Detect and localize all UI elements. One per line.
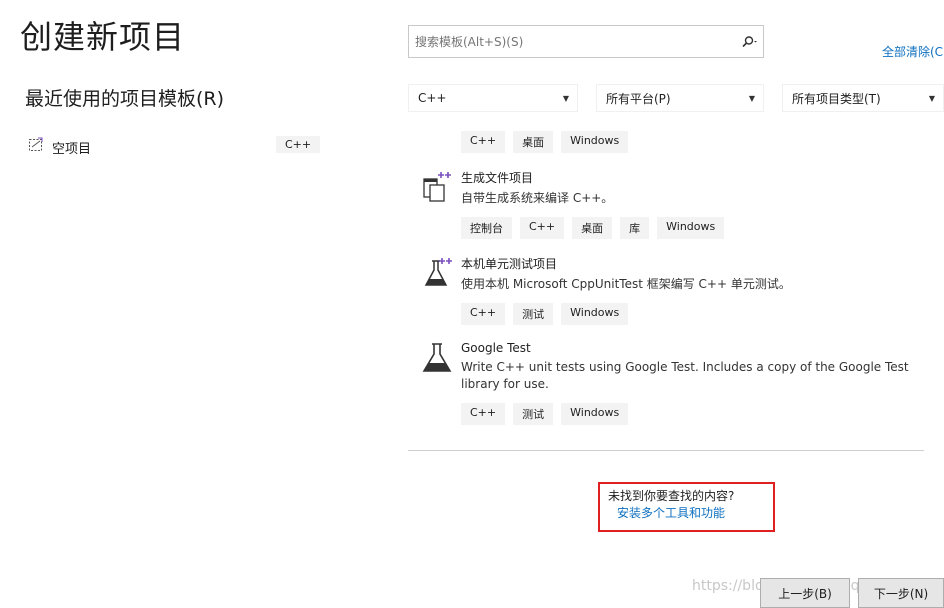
chevron-down-icon: ▼ <box>748 93 755 103</box>
page-title: 创建新项目 <box>20 18 186 56</box>
platform-filter-dropdown[interactable]: 所有平台(P) ▼ <box>596 84 764 112</box>
template-tag: 测试 <box>513 403 554 425</box>
makefile-project-icon <box>421 171 453 203</box>
clear-all-link[interactable]: 全部清除(C) <box>882 43 944 60</box>
template-tag: Windows <box>561 403 629 425</box>
template-tag: Windows <box>561 303 629 325</box>
template-tag: C++ <box>461 403 506 425</box>
project-type-filter-value: 所有项目类型(T) <box>792 91 881 106</box>
template-tag: 库 <box>620 217 650 239</box>
template-tag: 桌面 <box>572 217 613 239</box>
template-name: 生成文件项目 <box>461 171 534 185</box>
recent-item-tag: C++ <box>276 136 321 153</box>
template-tag: C++ <box>520 217 565 239</box>
flask-icon <box>421 343 453 375</box>
list-divider <box>408 450 924 451</box>
install-tools-link[interactable]: 安装多个工具和功能 <box>617 504 725 521</box>
template-tag: C++ <box>461 131 506 153</box>
recent-item-empty-project[interactable]: 空项目 C++ <box>28 136 321 158</box>
template-search[interactable] <box>408 25 764 58</box>
chevron-down-icon: ▼ <box>928 93 935 103</box>
template-item[interactable]: 生成文件项目 自带生成系统来编译 C++。 控制台 C++ 桌面 库 Windo… <box>421 171 921 239</box>
search-input[interactable] <box>409 26 737 57</box>
template-description: 自带生成系统来编译 C++。 <box>461 191 614 205</box>
template-item[interactable]: C++ 桌面 Windows <box>421 131 921 153</box>
template-item[interactable]: 本机单元测试项目 使用本机 Microsoft CppUnitTest 框架编写… <box>421 257 921 325</box>
template-item[interactable]: Google Test Write C++ unit tests using G… <box>421 341 921 425</box>
recent-templates-heading: 最近使用的项目模板(R) <box>25 88 225 110</box>
recent-item-label: 空项目 <box>52 141 92 157</box>
language-filter-value: C++ <box>418 91 447 105</box>
back-button[interactable]: 上一步(B) <box>760 578 850 608</box>
project-type-filter-dropdown[interactable]: 所有项目类型(T) ▼ <box>782 84 944 112</box>
next-button[interactable]: 下一步(N) <box>858 578 944 608</box>
template-tag: 控制台 <box>461 217 512 239</box>
template-description: Write C++ unit tests using Google Test. … <box>461 360 909 391</box>
template-tag: 测试 <box>513 303 554 325</box>
language-filter-dropdown[interactable]: C++ ▼ <box>408 84 578 112</box>
chevron-down-icon: ▼ <box>562 93 569 103</box>
template-tag: C++ <box>461 303 506 325</box>
empty-project-icon <box>28 137 44 157</box>
template-tag: Windows <box>657 217 725 239</box>
template-tag: Windows <box>561 131 629 153</box>
template-tag: 桌面 <box>513 131 554 153</box>
search-icon[interactable] <box>737 35 763 48</box>
platform-filter-value: 所有平台(P) <box>606 91 671 106</box>
not-found-question: 未找到你要查找的内容? <box>608 489 735 503</box>
template-name: 本机单元测试项目 <box>461 257 558 271</box>
template-description: 使用本机 Microsoft CppUnitTest 框架编写 C++ 单元测试… <box>461 277 791 291</box>
template-name: Google Test <box>461 341 531 355</box>
native-unit-test-icon <box>421 257 453 289</box>
not-found-callout: 未找到你要查找的内容? 安装多个工具和功能 <box>598 482 775 532</box>
